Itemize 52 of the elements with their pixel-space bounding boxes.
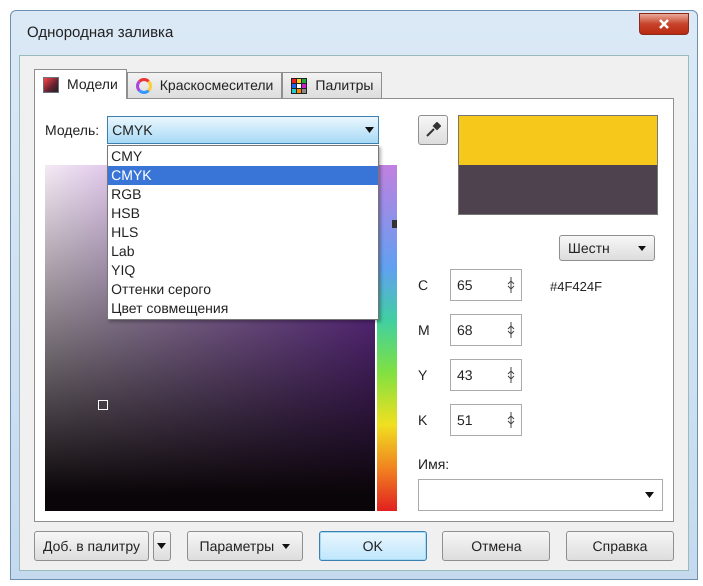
hex-value: #4F424F <box>550 278 602 296</box>
add-to-palette-button[interactable]: Доб. в палитру <box>34 531 149 561</box>
caret-icon <box>157 543 166 549</box>
number-field[interactable]: 68 <box>450 314 522 346</box>
close-icon <box>658 18 670 30</box>
component-label: C <box>418 276 430 294</box>
dropdown-option[interactable]: HSB <box>108 204 378 223</box>
dialog-button[interactable]: Отмена <box>442 531 550 561</box>
eyedropper-button[interactable] <box>418 115 448 145</box>
caret-icon <box>638 246 646 250</box>
model-dropdown[interactable]: CMYK <box>107 116 380 144</box>
component-label: Y <box>418 366 428 384</box>
spinner-icon <box>507 277 515 293</box>
caret-icon <box>645 492 654 498</box>
number-field[interactable]: 51 <box>450 404 522 436</box>
dropdown-option[interactable]: CMYK <box>108 166 378 185</box>
spinner-icon <box>507 367 515 383</box>
dropdown-option[interactable]: Цвет совмещения <box>108 299 378 318</box>
format-dropdown[interactable]: Шестн <box>559 235 655 261</box>
component-label: M <box>418 320 430 340</box>
dropdown-option[interactable]: RGB <box>108 185 378 204</box>
dialog-button[interactable]: Справка <box>566 531 674 561</box>
slider-thumb[interactable] <box>392 220 397 228</box>
number-field[interactable]: 65 <box>450 269 522 301</box>
number-field[interactable]: 43 <box>450 359 522 391</box>
name-field[interactable] <box>418 479 663 511</box>
hue-slider[interactable] <box>377 165 397 511</box>
window-title: Однородная заливка <box>26 22 174 43</box>
tab[interactable]: Краскосмесители <box>126 72 282 98</box>
options-button[interactable]: Параметры <box>186 531 304 561</box>
color-ring-icon <box>136 78 152 94</box>
dropdown-option[interactable]: HLS <box>108 223 378 242</box>
caret-icon <box>365 127 374 133</box>
color-grid-icon <box>291 78 308 94</box>
color-picker-marker <box>98 400 108 410</box>
spinner-icon <box>507 412 515 428</box>
dropdown-option[interactable]: YIQ <box>108 261 378 280</box>
eyedropper-icon <box>425 122 441 138</box>
dropdown-option[interactable]: CMY <box>108 147 378 166</box>
tab[interactable]: Палитры <box>282 72 382 98</box>
close-button[interactable] <box>639 13 689 35</box>
component-label: K <box>418 410 428 430</box>
spinner-icon <box>507 322 515 338</box>
ok-button[interactable]: OK <box>318 531 427 561</box>
dropdown-option[interactable]: Оттенки серого <box>108 280 378 299</box>
name-label: Имя: <box>418 455 450 474</box>
gradient-square-icon <box>43 76 59 92</box>
caret-icon <box>282 544 290 548</box>
model-label: Модель: <box>45 120 100 140</box>
dropdown-option[interactable]: Lab <box>108 242 378 261</box>
dropdown-arrow-button[interactable] <box>152 531 171 561</box>
tab[interactable]: Модели <box>34 69 127 99</box>
